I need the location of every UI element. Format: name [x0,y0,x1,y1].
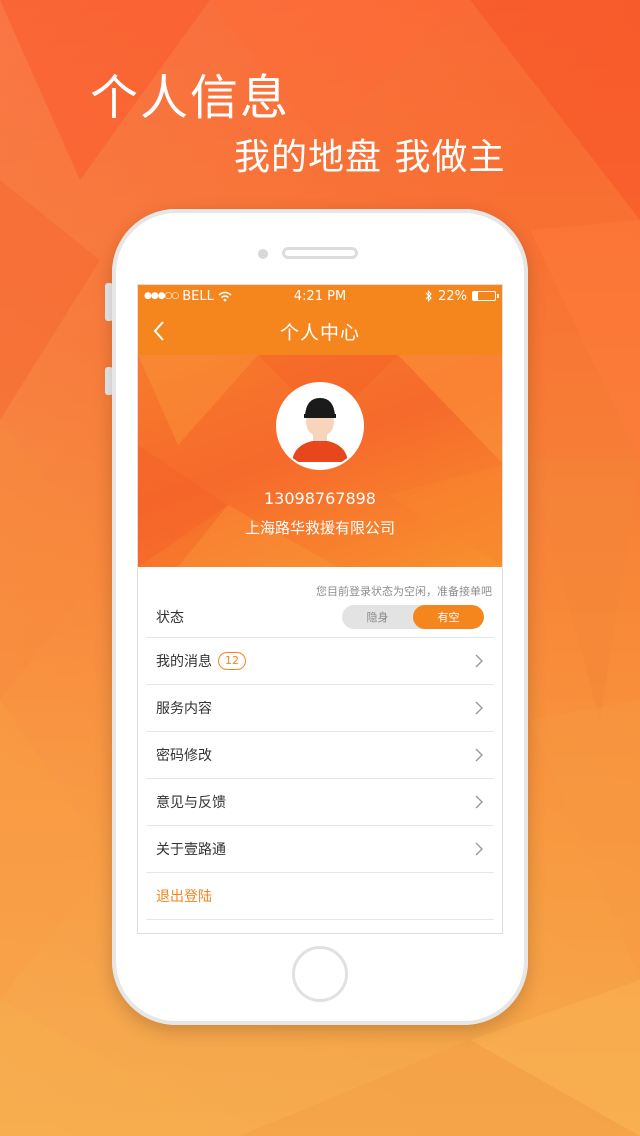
avatar-person-icon [278,384,362,468]
status-toggle[interactable]: 隐身 有空 [342,605,484,629]
chevron-right-icon [475,654,483,668]
phone-camera [258,249,268,259]
status-option-invisible[interactable]: 隐身 [342,605,413,629]
phone-frame: ●●●○○ BELL 4:21 PM 22% 个人中心 13098767898 … [112,209,528,1025]
phone-home-button [292,946,348,1002]
status-bar: ●●●○○ BELL 4:21 PM 22% [138,285,502,307]
menu-list: 状态 隐身 有空 我的消息 12 服务内容 密码修改 意见与反馈 关于壹路通 退… [146,597,494,920]
menu-item-label: 我的消息 [156,654,212,670]
page-title: 个人中心 [279,321,360,344]
carrier-name: BELL [182,288,214,304]
status-row: 状态 隐身 有空 [146,597,494,638]
profile-company: 上海路华救援有限公司 [244,519,395,537]
logout-label: 退出登陆 [156,889,212,905]
chevron-right-icon [475,842,483,856]
profile-phone: 13098767898 [264,489,376,508]
nav-bar: 个人中心 [138,307,502,355]
menu-item-feedback[interactable]: 意见与反馈 [146,779,494,826]
menu-item-label: 关于壹路通 [156,842,226,858]
menu-item-about[interactable]: 关于壹路通 [146,826,494,873]
messages-count-badge: 12 [218,652,246,670]
status-option-available[interactable]: 有空 [413,605,484,629]
logout-button[interactable]: 退出登陆 [146,873,494,920]
status-hint: 您目前登录状态为空闲，准备接单吧 [316,585,492,598]
chevron-right-icon [475,701,483,715]
profile-header: 13098767898 上海路华救援有限公司 [138,355,502,567]
bluetooth-icon [425,290,432,302]
wifi-icon [218,291,232,301]
menu-item-label: 密码修改 [156,748,212,764]
back-chevron-icon[interactable] [146,317,174,345]
promo-subtitle: 我的地盘 我做主 [234,137,506,178]
battery-icon [472,291,499,301]
signal-indicator: ●●●○○ [144,291,179,301]
chevron-right-icon [475,795,483,809]
battery-fill [473,292,478,300]
menu-item-messages[interactable]: 我的消息 12 [146,638,494,685]
app-screen: ●●●○○ BELL 4:21 PM 22% 个人中心 13098767898 … [137,284,503,934]
menu-item-services[interactable]: 服务内容 [146,685,494,732]
battery-percent: 22% [438,288,467,304]
phone-speaker [282,247,358,259]
promo-title: 个人信息 [90,70,291,126]
menu-item-label: 意见与反馈 [156,795,226,811]
chevron-right-icon [475,748,483,762]
avatar[interactable] [276,382,364,470]
menu-item-label: 服务内容 [156,701,212,717]
menu-item-password[interactable]: 密码修改 [146,732,494,779]
status-label: 状态 [156,610,184,626]
